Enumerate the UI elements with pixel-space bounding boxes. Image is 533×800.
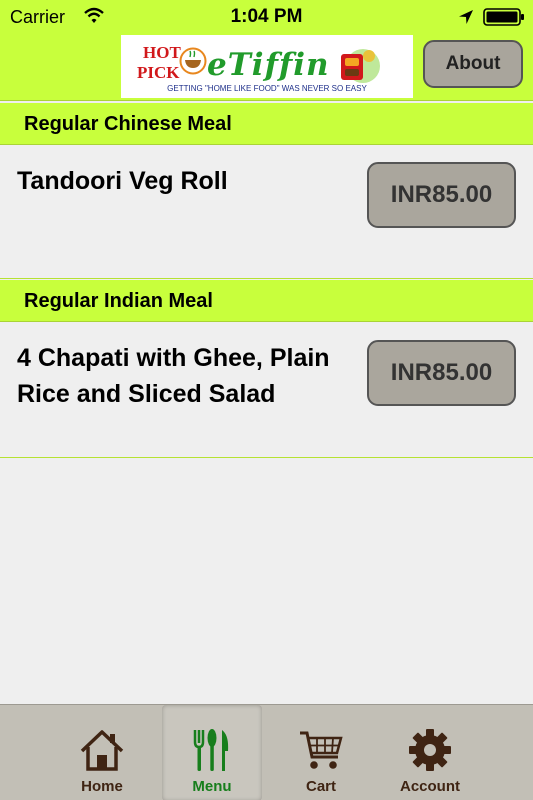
battery-icon: [483, 8, 524, 26]
menu-item-name: 4 Chapati with Ghee, Plain Rice and Slic…: [17, 344, 330, 408]
menu-item-tandoori-veg-roll: Tandoori Veg Roll INR85.00: [0, 146, 533, 279]
menu-item-name: Tandoori Veg Roll: [17, 167, 228, 195]
tab-label: Account: [400, 778, 460, 795]
location-arrow-icon: [459, 10, 473, 24]
logo-tagline: GETTING "HOME LIKE FOOD" WAS NEVER SO EA…: [167, 84, 367, 93]
status-time: 1:04 PM: [230, 6, 303, 27]
tab-account[interactable]: Account: [380, 705, 480, 800]
home-icon: [80, 730, 124, 771]
food-bowl-icon: [179, 47, 207, 75]
tab-home[interactable]: Home: [52, 705, 152, 800]
tab-label: Menu: [192, 778, 232, 795]
fork-knife-icon: [193, 729, 229, 771]
section-header-chinese: Regular Chinese Meal: [0, 103, 533, 145]
tab-bar: Home Menu Cart Account: [0, 704, 533, 800]
price-button[interactable]: INR85.00: [367, 162, 516, 228]
tab-label: Home: [81, 778, 123, 795]
section-header-indian: Regular Indian Meal: [0, 280, 533, 322]
tiffin-food-icon: [341, 49, 380, 83]
logo-brand-text: eTiffin: [207, 47, 330, 83]
tab-menu[interactable]: Menu: [162, 705, 262, 800]
tab-label: Cart: [305, 778, 336, 795]
logo-pick-text: PICK: [137, 63, 180, 82]
etiffin-logo: HOT PICK eTiffin GETTING "HOME LIKE FOOD…: [121, 35, 413, 98]
cart-icon: [300, 731, 343, 769]
price-button[interactable]: INR85.00: [367, 340, 516, 406]
menu-item-chapati-meal: 4 Chapati with Ghee, Plain Rice and Slic…: [0, 323, 533, 458]
logo-hot-text: HOT: [143, 43, 181, 62]
gear-icon: [409, 729, 451, 771]
about-button[interactable]: About: [423, 40, 523, 88]
status-bar: Carrier 1:04 PM: [0, 0, 533, 33]
tab-cart[interactable]: Cart: [271, 705, 371, 800]
